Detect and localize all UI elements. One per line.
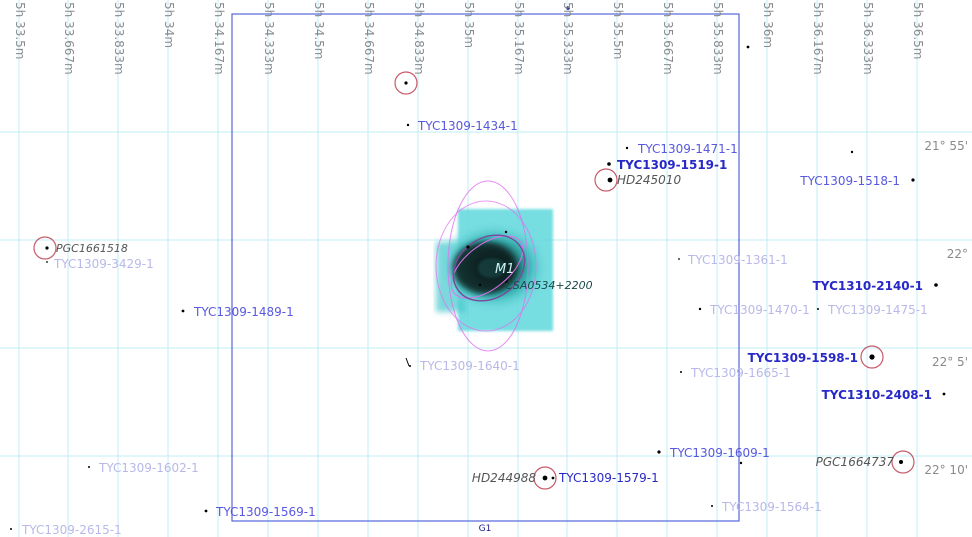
star-label[interactable]: TYC1309-1579-1 [558, 471, 659, 485]
sky-map[interactable]: G1 M1 CSA0534+2200 PGC1661518 HD245010 H… [0, 0, 972, 537]
ra-tick-label: 5h 36.333m [861, 2, 875, 75]
dec-tick-label: 21° 55' [924, 139, 968, 153]
crab-nebula-image[interactable]: M1 CSA0534+2200 [435, 180, 593, 352]
star-label[interactable]: TYC1309-1665-1 [690, 366, 791, 380]
star-label[interactable]: TYC1309-2615-1 [21, 523, 122, 537]
star-label[interactable]: TYC1310-2408-1 [822, 388, 932, 402]
star-label[interactable]: TYC1309-1564-1 [721, 500, 822, 514]
ra-tick-label: 5h 35.167m [512, 2, 526, 75]
dec-tick-label: 22° 10' [924, 463, 968, 477]
star-label[interactable]: TYC1309-1489-1 [193, 305, 294, 319]
ra-tick-label: 5h 34.667m [362, 2, 376, 75]
dec-axis-labels: 21° 55' 22° 22° 5' 22° 10' [924, 139, 968, 477]
ra-tick-label: 5h 35m [462, 2, 476, 48]
star-label[interactable]: TYC1310-2140-1 [813, 279, 923, 293]
sky-chart[interactable]: G1 M1 CSA0534+2200 PGC1661518 HD245010 H… [0, 0, 972, 537]
dec-tick-label: 22° 5' [932, 355, 968, 369]
star-label[interactable]: TYC1309-1518-1 [799, 174, 900, 188]
star-label[interactable]: TYC1309-1609-1 [669, 446, 770, 460]
ra-tick-label: 5h 35.5m [611, 2, 625, 59]
ra-tick-label: 5h 35.833m [711, 2, 725, 75]
galaxy-label[interactable]: PGC1664737 [816, 455, 895, 469]
ra-tick-label: 5h 36.5m [911, 2, 925, 59]
field-of-view-label: G1 [479, 524, 492, 534]
ra-tick-label: 5h 33.833m [112, 2, 126, 75]
galaxy-label[interactable]: HD245010 [617, 173, 681, 187]
ra-tick-label: 5h 34.333m [262, 2, 276, 75]
nebula-catalog-label: CSA0534+2200 [505, 279, 593, 292]
star-label[interactable]: TYC1309-1434-1 [417, 119, 518, 133]
star-label[interactable]: TYC1309-1470-1 [709, 303, 810, 317]
star-label[interactable]: TYC1309-1519-1 [617, 158, 727, 172]
ra-axis-labels: 5h 33.5m 5h 33.667m 5h 33.833m 5h 34m 5h 34.… [13, 2, 925, 75]
ra-tick-label: 5h 35.667m [661, 2, 675, 75]
galaxy-circle-hd245010[interactable] [594, 168, 618, 192]
ra-tick-label: 5h 35.333m [561, 2, 575, 75]
galaxy-label[interactable]: PGC1661518 [56, 242, 128, 255]
ra-tick-label: 5h 33.5m [13, 2, 27, 59]
star-label[interactable]: TYC1309-3429-1 [53, 257, 154, 271]
star-label[interactable]: TYC1309-1569-1 [215, 505, 316, 519]
star-label[interactable]: TYC1309-1361-1 [687, 253, 788, 267]
star-label[interactable]: TYC1309-1640-1 [419, 359, 520, 373]
star-label[interactable]: TYC1309-1602-1 [98, 461, 199, 475]
ra-tick-label: 5h 34m [162, 2, 176, 48]
star-label[interactable]: TYC1309-1598-1 [748, 351, 858, 365]
ra-tick-label: 5h 34.167m [212, 2, 226, 75]
ra-tick-label: 5h 33.667m [62, 2, 76, 75]
dec-tick-label: 22° [947, 247, 968, 261]
star-label[interactable]: TYC1309-1475-1 [827, 303, 928, 317]
star-label[interactable]: TYC1309-1471-1 [637, 142, 738, 156]
ra-tick-label: 5h 36m [761, 2, 775, 48]
galaxy-label[interactable]: HD244988 [472, 471, 536, 485]
ra-tick-label: 5h 34.833m [412, 2, 426, 75]
ra-tick-label: 5h 36.167m [811, 2, 825, 75]
nebula-name-label: M1 [495, 262, 515, 277]
ra-tick-label: 5h 34.5m [312, 2, 326, 59]
